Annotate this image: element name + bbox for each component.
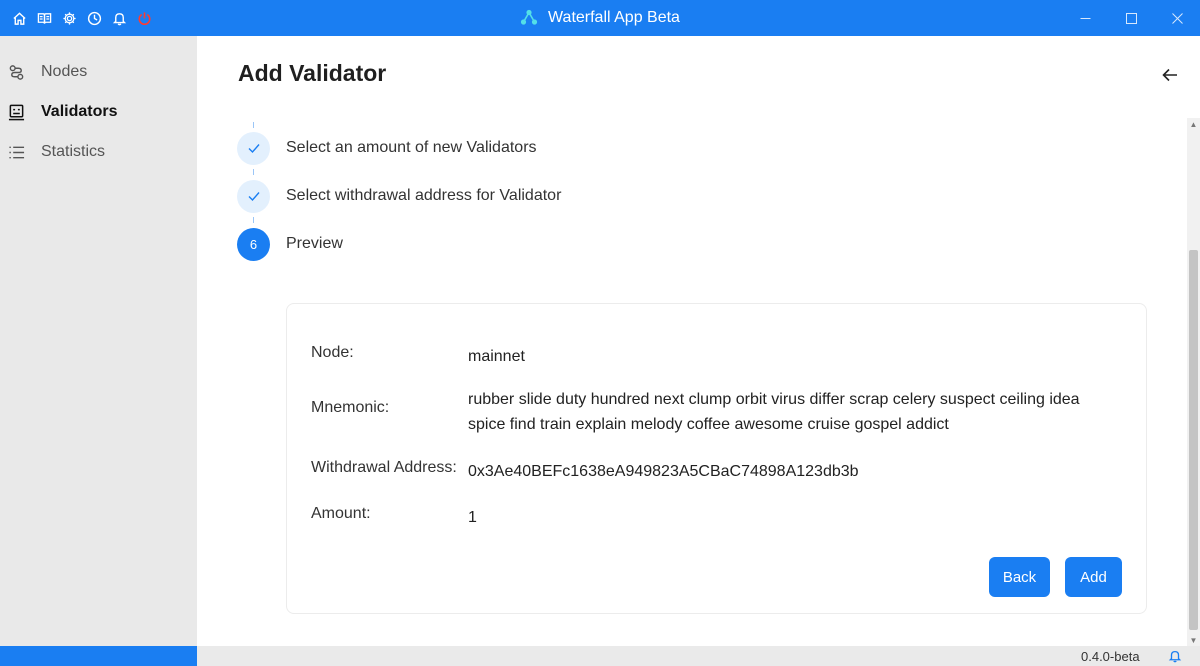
scroll-down-icon[interactable]: ▼ — [1187, 634, 1200, 646]
arrow-left-icon[interactable] — [1161, 66, 1181, 86]
status-bar: 0.4.0-beta — [197, 646, 1200, 666]
status-bar-left — [0, 646, 197, 666]
main-content: Add Validator Select an amount of new Va… — [197, 36, 1187, 646]
sidebar-item-statistics[interactable]: Statistics — [0, 132, 197, 172]
node-row: Node: mainnet — [311, 344, 1108, 369]
withdrawal-row: Withdrawal Address: 0x3Ae40BEFc1638eA949… — [311, 459, 1108, 484]
withdrawal-label: Withdrawal Address: — [311, 459, 457, 476]
amount-value: 1 — [468, 509, 477, 526]
window-title-text: Waterfall App Beta — [548, 9, 680, 26]
waterfall-logo-icon — [520, 9, 538, 27]
scroll-up-icon[interactable]: ▲ — [1187, 118, 1200, 130]
sidebar-item-label: Validators — [41, 103, 118, 120]
mnemonic-row: Mnemonic: rubber slide duty hundred next… — [311, 387, 1108, 437]
step-amount: Select an amount of new Validators — [237, 124, 837, 172]
scrollbar-thumb[interactable] — [1189, 250, 1198, 630]
preview-card: Node: mainnet Mnemonic: rubber slide dut… — [286, 303, 1147, 614]
step-number: 6 — [237, 227, 270, 261]
window-title: Waterfall App Beta — [0, 0, 1200, 36]
amount-label: Amount: — [311, 505, 371, 522]
step-label: Preview — [286, 235, 343, 252]
sidebar: Nodes Validators Statistics — [0, 36, 197, 646]
scrollbar[interactable]: ▲ ▼ — [1187, 118, 1200, 646]
node-label: Node: — [311, 344, 354, 361]
check-icon — [237, 179, 270, 213]
mnemonic-label: Mnemonic: — [311, 399, 390, 416]
maximize-icon[interactable] — [1108, 0, 1154, 36]
check-icon — [237, 131, 270, 165]
nodes-icon — [6, 62, 26, 82]
notification-bell-icon[interactable] — [1168, 649, 1182, 663]
node-value: mainnet — [468, 348, 525, 365]
stepper: Select an amount of new Validators Selec… — [237, 122, 837, 268]
step-label: Select withdrawal address for Validator — [286, 187, 562, 204]
sidebar-item-label: Statistics — [41, 143, 106, 160]
amount-row: Amount: 1 — [311, 505, 1108, 530]
minimize-icon[interactable] — [1062, 0, 1108, 36]
validators-icon — [6, 102, 26, 122]
back-button[interactable]: Back — [989, 557, 1050, 597]
withdrawal-value: 0x3Ae40BEFc1638eA949823A5CBaC74898A123db… — [468, 463, 859, 480]
window-controls — [1062, 0, 1200, 36]
mnemonic-value: rubber slide duty hundred next clump orb… — [468, 391, 1080, 433]
page-title: Add Validator — [238, 60, 387, 86]
version-text: 0.4.0-beta — [1081, 649, 1140, 664]
step-preview: 6 Preview — [237, 220, 837, 268]
step-label: Select an amount of new Validators — [286, 139, 537, 156]
sidebar-item-validators[interactable]: Validators — [0, 92, 197, 132]
list-icon — [6, 142, 26, 162]
sidebar-item-label: Nodes — [41, 63, 88, 80]
step-withdrawal: Select withdrawal address for Validator — [237, 172, 837, 220]
title-bar: Waterfall App Beta — [0, 0, 1200, 36]
sidebar-item-nodes[interactable]: Nodes — [0, 52, 197, 92]
close-icon[interactable] — [1154, 0, 1200, 36]
add-button[interactable]: Add — [1065, 557, 1122, 597]
